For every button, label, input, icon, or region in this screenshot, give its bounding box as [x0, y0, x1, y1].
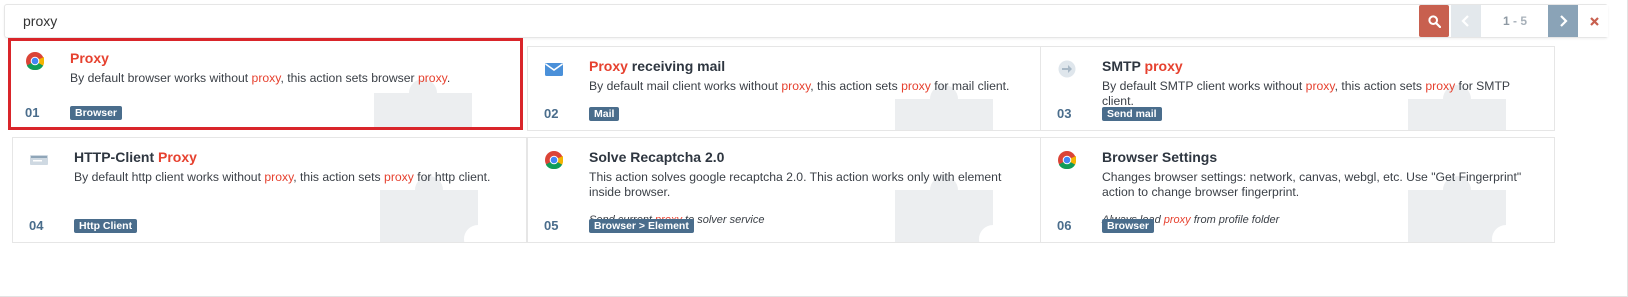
clear-search-button[interactable]	[1580, 5, 1608, 37]
page-current: 1	[1502, 14, 1510, 28]
card-description: Changes browser settings: network, canva…	[1102, 170, 1542, 200]
search-highlight: proxy	[1163, 214, 1191, 226]
text-segment: .	[446, 71, 451, 85]
text-segment: This action solves google recaptcha 2.0.…	[589, 170, 1002, 199]
card-number: 02	[544, 106, 559, 121]
action-card-05[interactable]: Solve Recaptcha 2.0 This action solves go…	[527, 137, 1042, 243]
search-highlight: proxy	[1144, 58, 1183, 74]
puzzle-watermark-icon	[374, 79, 472, 127]
card-description: By default browser works without proxy, …	[70, 71, 510, 86]
search-highlight: proxy	[1305, 79, 1335, 93]
text-segment: Solve Recaptcha 2.0	[589, 149, 725, 165]
search-button[interactable]	[1419, 5, 1449, 37]
search-highlight: proxy	[251, 71, 281, 85]
text-segment: By default mail client works without	[589, 79, 782, 93]
text-segment: from profile folder	[1190, 214, 1280, 226]
text-segment: for http client.	[413, 170, 491, 184]
card-title: Browser Settings	[1102, 149, 1217, 165]
search-highlight: proxy	[264, 170, 294, 184]
category-badge[interactable]: Http Client	[74, 219, 138, 233]
http-icon	[29, 150, 49, 170]
card-description: By default mail client works without pro…	[589, 79, 1029, 94]
text-segment: SMTP	[1102, 58, 1145, 74]
text-segment: By default browser works without	[70, 71, 252, 85]
close-icon	[1589, 16, 1599, 26]
search-input[interactable]	[13, 8, 1413, 34]
smtp-icon	[1057, 59, 1077, 79]
text-segment: By default SMTP client works without	[1102, 79, 1306, 93]
search-icon	[1427, 14, 1441, 28]
search-highlight: proxy	[1425, 79, 1456, 93]
card-number: 04	[29, 218, 44, 233]
card-number: 05	[544, 218, 559, 233]
search-bar: 1 - 5	[4, 4, 1608, 38]
card-title: SMTP proxy	[1102, 58, 1183, 74]
chrome-icon	[1057, 150, 1077, 170]
text-segment: , this action sets	[293, 170, 385, 184]
action-card-06[interactable]: Browser Settings Changes browser settings…	[1040, 137, 1555, 243]
page-total: 5	[1520, 14, 1528, 28]
text-segment: , this action sets browser	[280, 71, 418, 85]
puzzle-watermark-icon	[380, 176, 478, 242]
category-badge[interactable]: Browser	[1102, 219, 1155, 233]
card-title: Solve Recaptcha 2.0	[589, 149, 724, 165]
card-description: By default http client works without pro…	[74, 170, 514, 185]
chrome-icon	[544, 150, 564, 170]
action-card-04[interactable]: HTTP-Client Proxy By default http client …	[12, 137, 527, 243]
card-number: 03	[1057, 106, 1072, 121]
action-card-03[interactable]: SMTP proxy By default SMTP client works w…	[1040, 46, 1555, 131]
text-segment: for mail client.	[930, 79, 1010, 93]
search-highlight: proxy	[901, 79, 931, 93]
action-card-01[interactable]: Proxy By default browser works without pr…	[8, 38, 523, 130]
action-card-02[interactable]: Proxy receiving mail By default mail clie…	[527, 46, 1042, 131]
text-segment: Changes browser settings: network, canva…	[1102, 170, 1522, 199]
search-highlight: Proxy	[589, 58, 628, 74]
category-badge[interactable]: Browser	[70, 106, 123, 120]
chevron-right-icon	[1560, 15, 1568, 27]
card-number: 01	[25, 105, 40, 120]
next-page-button[interactable]	[1548, 5, 1578, 37]
text-segment: , this action sets	[810, 79, 902, 93]
search-highlight: Proxy	[158, 149, 197, 165]
text-segment: HTTP-Client	[74, 149, 158, 165]
previous-page-button[interactable]	[1451, 5, 1481, 37]
text-segment: , this action sets	[1334, 79, 1426, 93]
text-segment: Browser Settings	[1102, 149, 1218, 165]
chevron-left-icon	[1461, 15, 1469, 27]
puzzle-watermark-icon	[895, 85, 993, 130]
page-indicator: 1 - 5	[1483, 5, 1547, 37]
card-title: Proxy receiving mail	[589, 58, 725, 74]
card-description: This action solves google recaptcha 2.0.…	[589, 170, 1029, 200]
search-highlight: proxy	[781, 79, 811, 93]
search-highlight: proxy	[384, 170, 414, 184]
category-badge[interactable]: Mail	[589, 107, 620, 121]
text-segment: to solver service	[681, 214, 765, 226]
page-separator: -	[1509, 14, 1521, 28]
card-number: 06	[1057, 218, 1072, 233]
text-segment: receiving mail	[627, 58, 726, 74]
mail-icon	[544, 59, 564, 79]
search-highlight: proxy	[417, 71, 447, 85]
action-search-panel: 1 - 5 Proxy By default browser works with…	[0, 0, 1628, 297]
card-title: HTTP-Client Proxy	[74, 149, 197, 165]
chrome-icon	[25, 51, 45, 71]
category-badge[interactable]: Send mail	[1102, 107, 1162, 121]
category-badge[interactable]: Browser > Element	[589, 219, 694, 233]
card-title: Proxy	[70, 50, 109, 66]
text-segment: By default http client works without	[74, 170, 265, 184]
card-description: By default SMTP client works without pro…	[1102, 79, 1542, 109]
search-highlight: Proxy	[70, 50, 109, 66]
